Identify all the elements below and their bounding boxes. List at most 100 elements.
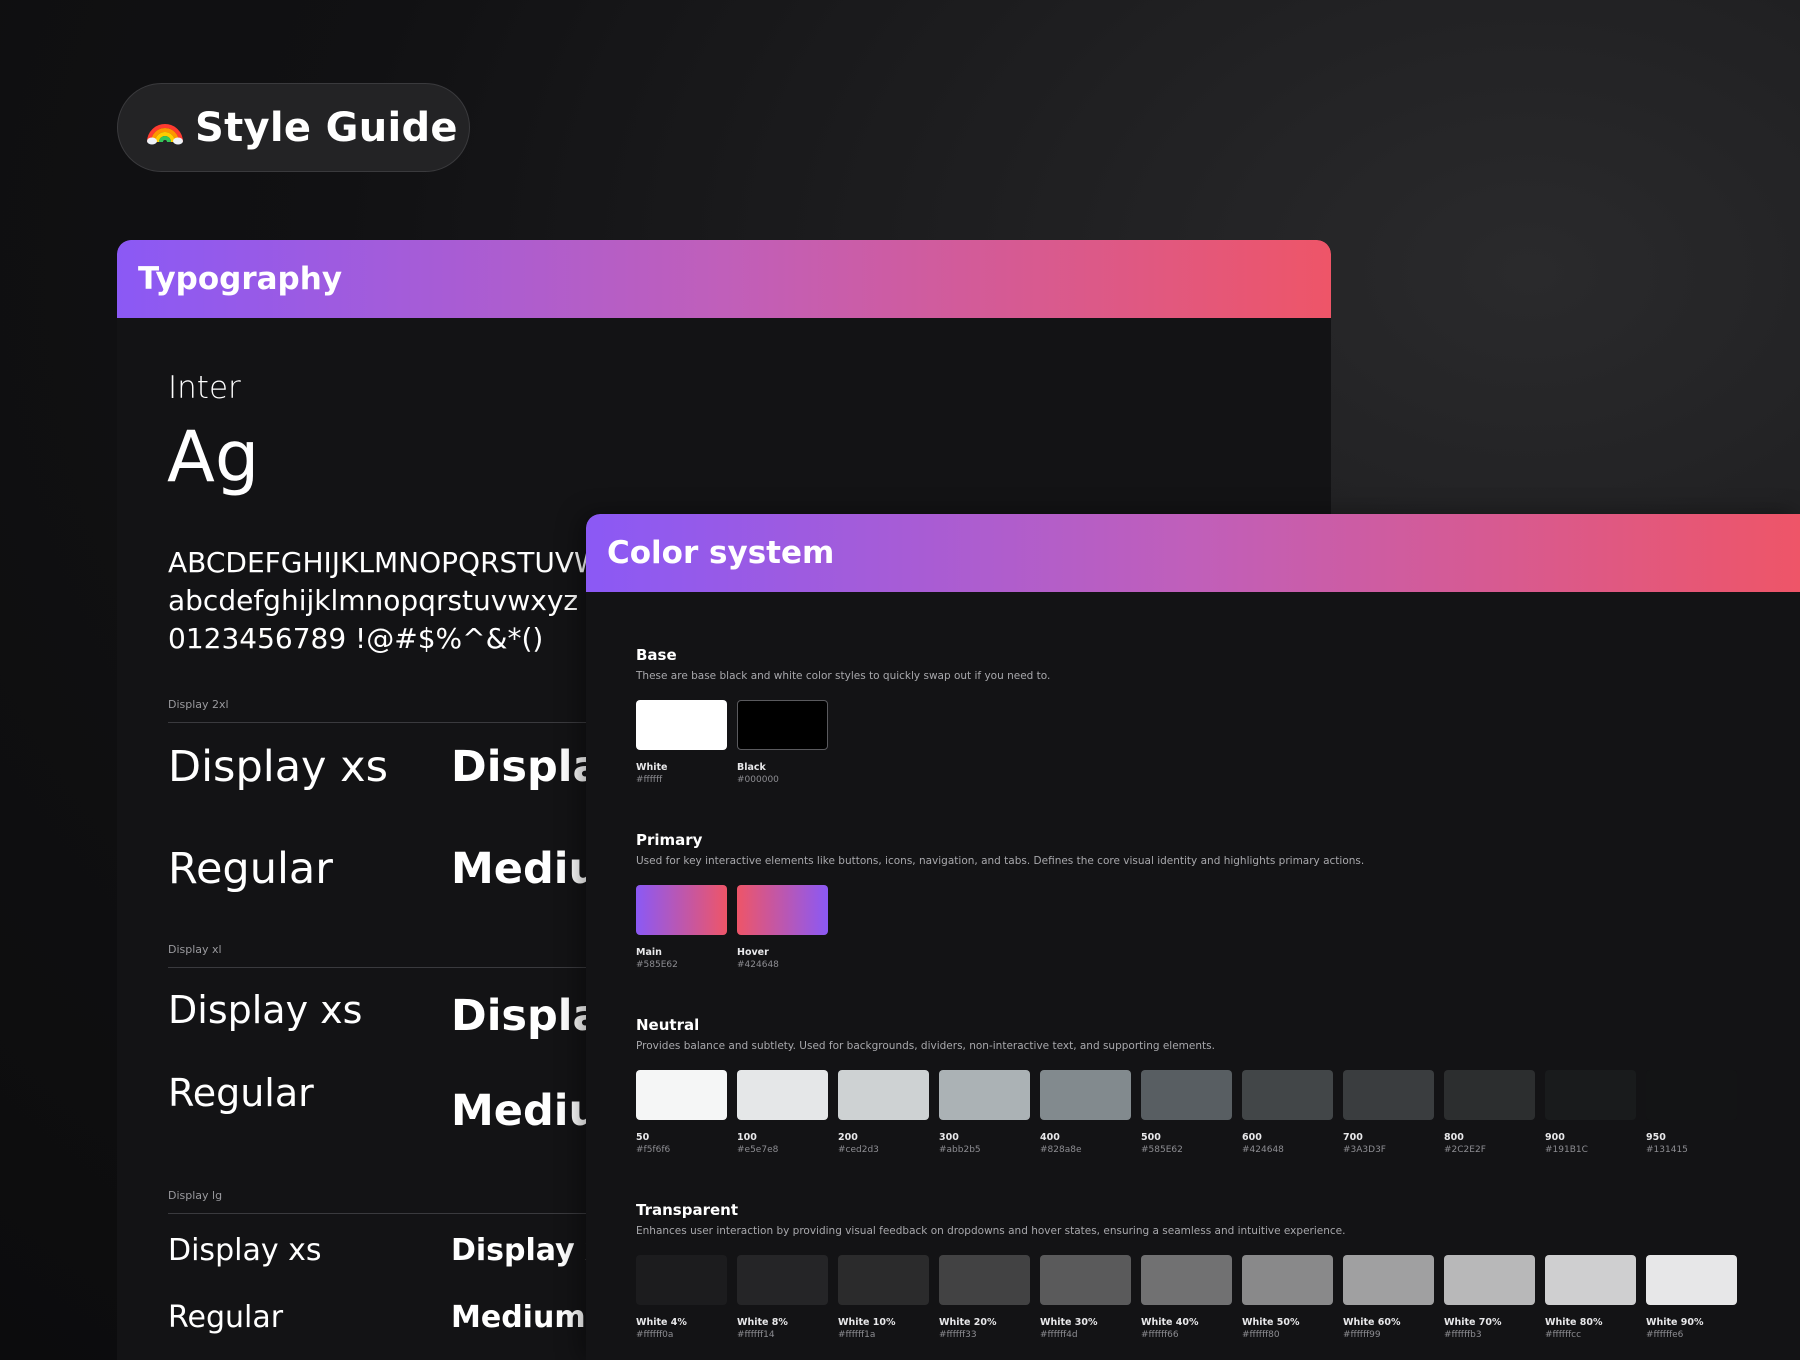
swatch-hex: #000000 xyxy=(737,775,779,785)
color-swatch[interactable] xyxy=(1545,1255,1636,1305)
swatch-name: 700 xyxy=(1343,1132,1363,1143)
color-swatch[interactable] xyxy=(838,1255,929,1305)
color-swatch[interactable] xyxy=(939,1255,1030,1305)
color-section-title: Primary xyxy=(636,831,703,849)
font-family-name: Inter xyxy=(168,370,241,406)
swatch-hex: #ffffffe6 xyxy=(1646,1330,1684,1340)
color-swatch[interactable] xyxy=(1040,1070,1131,1120)
type-sample-regular: Display xs xyxy=(168,1233,322,1268)
swatch-hex: #3A3D3F xyxy=(1343,1145,1386,1155)
color-swatch[interactable] xyxy=(1343,1255,1434,1305)
swatch-hex: #424648 xyxy=(737,960,779,970)
rainbow-icon xyxy=(147,123,183,144)
swatch-name: 400 xyxy=(1040,1132,1060,1143)
color-section-description: Enhances user interaction by providing v… xyxy=(636,1225,1346,1237)
swatch-hex: #ffffff0a xyxy=(636,1330,674,1340)
swatch-hex: #191B1C xyxy=(1545,1145,1588,1155)
divider xyxy=(168,722,588,723)
color-swatch[interactable] xyxy=(1141,1070,1232,1120)
swatch-name: Main xyxy=(636,947,662,958)
swatch-name: White xyxy=(636,762,668,773)
swatch-hex: #2C2E2F xyxy=(1444,1145,1486,1155)
swatch-name: 300 xyxy=(939,1132,959,1143)
color-swatch[interactable] xyxy=(939,1070,1030,1120)
type-weight-regular: Regular xyxy=(168,1071,314,1115)
color-section-description: These are base black and white color sty… xyxy=(636,670,1051,682)
type-weight-regular: Regular xyxy=(168,1300,284,1335)
swatch-name: White 90% xyxy=(1646,1317,1704,1328)
color-swatch[interactable] xyxy=(1444,1070,1535,1120)
font-specimen: Ag xyxy=(167,416,260,498)
divider xyxy=(168,967,588,968)
swatch-hex: #f5f6f6 xyxy=(636,1145,671,1155)
divider xyxy=(168,1213,588,1214)
swatch-name: White 70% xyxy=(1444,1317,1502,1328)
swatch-name: White 40% xyxy=(1141,1317,1199,1328)
color-swatch[interactable] xyxy=(1444,1255,1535,1305)
color-swatch[interactable] xyxy=(1545,1070,1636,1120)
type-size-label: Display 2xl xyxy=(168,698,229,711)
color-swatch[interactable] xyxy=(1242,1255,1333,1305)
swatch-hex: #585E62 xyxy=(1141,1145,1183,1155)
swatch-name: 200 xyxy=(838,1132,858,1143)
color-swatch[interactable] xyxy=(636,885,727,935)
swatch-hex: #ffffff99 xyxy=(1343,1330,1381,1340)
swatch-name: Hover xyxy=(737,947,769,958)
color-section-title: Neutral xyxy=(636,1016,700,1034)
color-swatch[interactable] xyxy=(636,1070,727,1120)
swatch-name: 900 xyxy=(1545,1132,1565,1143)
color-swatch[interactable] xyxy=(737,1070,828,1120)
color-swatch[interactable] xyxy=(1242,1070,1333,1120)
color-swatch[interactable] xyxy=(737,700,828,750)
swatch-name: White 4% xyxy=(636,1317,687,1328)
color-swatch[interactable] xyxy=(737,1255,828,1305)
color-section-description: Provides balance and subtlety. Used for … xyxy=(636,1040,1215,1052)
color-section-title: Base xyxy=(636,646,677,664)
swatch-hex: #ffffff33 xyxy=(939,1330,977,1340)
swatch-name: 100 xyxy=(737,1132,757,1143)
swatch-hex: #585E62 xyxy=(636,960,678,970)
color-system-card: Color system Base These are base black an… xyxy=(586,514,1800,1360)
swatch-hex: #424648 xyxy=(1242,1145,1284,1155)
swatch-name: 800 xyxy=(1444,1132,1464,1143)
color-section-description: Used for key interactive elements like b… xyxy=(636,855,1365,867)
style-guide-title-pill: Style Guide xyxy=(117,83,470,172)
color-swatch[interactable] xyxy=(838,1070,929,1120)
swatch-name: White 60% xyxy=(1343,1317,1401,1328)
type-weight-regular: Regular xyxy=(168,844,333,894)
swatch-name: White 10% xyxy=(838,1317,896,1328)
swatch-hex: #abb2b5 xyxy=(939,1145,981,1155)
color-swatch[interactable] xyxy=(1646,1070,1737,1120)
glyphs-lowercase: abcdefghijklmnopqrstuvwxyz xyxy=(168,584,579,617)
swatch-hex: #ffffff4d xyxy=(1040,1330,1078,1340)
color-swatch[interactable] xyxy=(1141,1255,1232,1305)
swatch-name: White 30% xyxy=(1040,1317,1098,1328)
swatch-name: 500 xyxy=(1141,1132,1161,1143)
swatch-name: White 80% xyxy=(1545,1317,1603,1328)
color-swatch[interactable] xyxy=(636,1255,727,1305)
color-swatch[interactable] xyxy=(1040,1255,1131,1305)
color-swatch[interactable] xyxy=(636,700,727,750)
swatch-name: White 20% xyxy=(939,1317,997,1328)
swatch-name: 50 xyxy=(636,1132,650,1143)
type-sample-regular: Display xs xyxy=(168,742,389,792)
swatch-hex: #ced2d3 xyxy=(838,1145,879,1155)
swatch-hex: #ffffff1a xyxy=(838,1330,876,1340)
color-swatch[interactable] xyxy=(1646,1255,1737,1305)
swatch-hex: #ffffffcc xyxy=(1545,1330,1582,1340)
swatch-name: White 50% xyxy=(1242,1317,1300,1328)
typography-header: Typography xyxy=(117,240,1331,318)
type-sample-regular: Display xs xyxy=(168,988,363,1032)
color-swatch[interactable] xyxy=(737,885,828,935)
swatch-hex: #ffffff xyxy=(636,775,663,785)
color-swatch[interactable] xyxy=(1343,1070,1434,1120)
type-weight-medium: Medium xyxy=(451,1300,586,1335)
type-size-label: Display xl xyxy=(168,943,222,956)
swatch-name: White 8% xyxy=(737,1317,788,1328)
swatch-hex: #828a8e xyxy=(1040,1145,1082,1155)
swatch-hex: #ffffff80 xyxy=(1242,1330,1280,1340)
color-system-header: Color system xyxy=(586,514,1800,592)
type-size-label: Display lg xyxy=(168,1189,223,1202)
page-title: Style Guide xyxy=(195,104,458,151)
swatch-hex: #ffffff66 xyxy=(1141,1330,1179,1340)
